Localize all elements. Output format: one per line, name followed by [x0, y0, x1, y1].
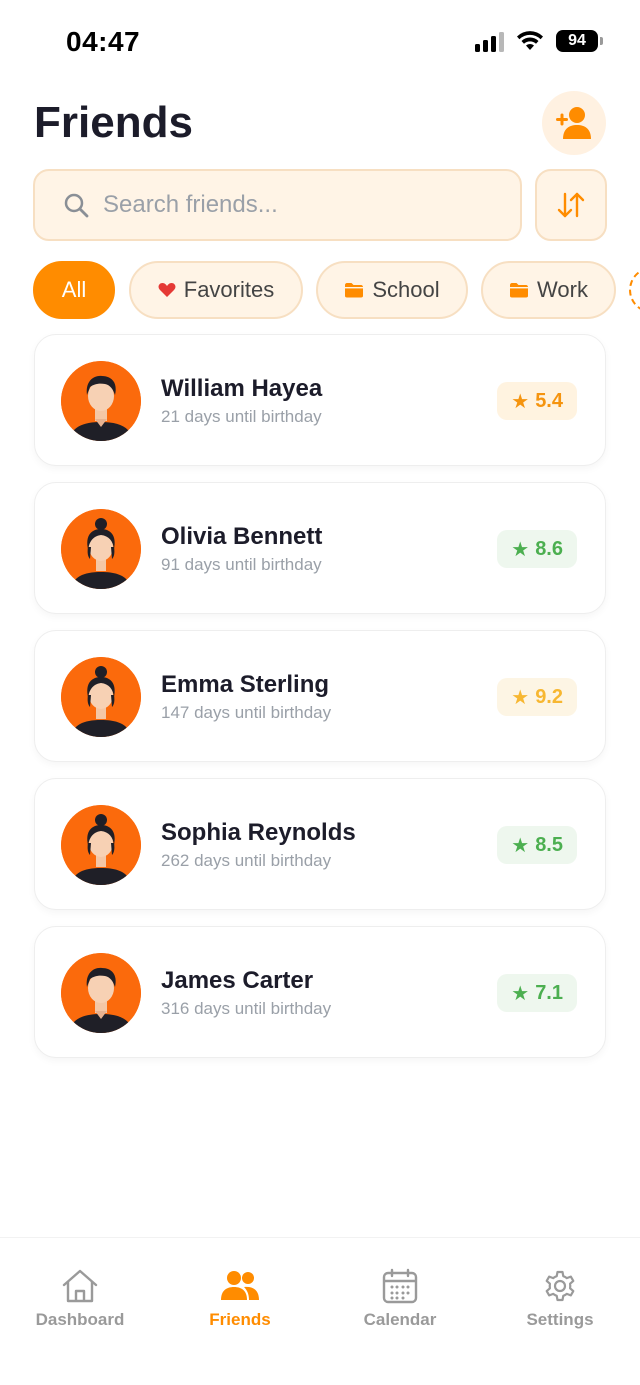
avatar [61, 657, 141, 737]
filter-chip-all[interactable]: All [33, 261, 115, 319]
nav-label: Calendar [363, 1310, 437, 1329]
filter-chip-label: Work [537, 277, 588, 302]
filter-chip-school[interactable]: School [316, 261, 468, 319]
status-icons: 94 [475, 30, 603, 52]
avatar [61, 953, 141, 1033]
add-user-icon [556, 107, 591, 139]
rating-badge: ★ 7.1 [497, 974, 577, 1012]
page-title: Friends [34, 98, 193, 147]
friend-name: Emma Sterling [161, 671, 330, 698]
friend-name: Olivia Bennett [161, 523, 323, 550]
home-icon [62, 1269, 98, 1303]
nav-label: Dashboard [35, 1310, 125, 1329]
search-input[interactable] [103, 191, 483, 219]
star-icon: ★ [511, 982, 530, 1005]
nav-settings[interactable]: Settings [480, 1268, 640, 1330]
nav-label: Settings [526, 1310, 594, 1329]
status-time: 04:47 [66, 26, 141, 57]
battery-level: 94 [568, 32, 586, 49]
birthday-countdown: 262 days until birthday [161, 851, 332, 870]
friend-name: William Hayea [161, 375, 323, 402]
birthday-countdown: 316 days until birthday [161, 999, 332, 1018]
bottom-nav: Dashboard Friends Calendar Settings [0, 1237, 640, 1385]
avatar [61, 361, 141, 441]
star-icon: ★ [511, 686, 530, 709]
rating-badge: ★ 9.2 [497, 678, 577, 716]
gear-icon [545, 1270, 575, 1302]
nav-label: Friends [209, 1310, 271, 1329]
search-box[interactable] [33, 169, 522, 241]
add-filter-chip[interactable] [629, 267, 640, 313]
rating-value: 8.6 [535, 537, 563, 560]
friend-name: James Carter [161, 967, 314, 994]
star-icon: ★ [511, 834, 530, 857]
rating-value: 7.1 [535, 981, 563, 1004]
friend-card-james-carter[interactable]: James Carter 316 days until birthday ★ 7… [34, 926, 606, 1058]
rating-value: 5.4 [535, 389, 563, 412]
status-bar: 04:47 94 [0, 0, 640, 84]
calendar-icon [382, 1268, 418, 1304]
filter-chips: All Favorites School Work [33, 261, 640, 321]
friend-card-william-hayea[interactable]: William Hayea 21 days until birthday ★ 5… [34, 334, 606, 466]
friend-name: Sophia Reynolds [161, 819, 356, 846]
people-icon [221, 1271, 259, 1300]
filter-chip-label: All [61, 277, 87, 302]
avatar [61, 509, 141, 589]
rating-value: 8.5 [535, 833, 563, 856]
rating-value: 9.2 [535, 685, 563, 708]
filter-chip-label: School [372, 277, 440, 302]
nav-dashboard[interactable]: Dashboard [0, 1268, 160, 1330]
nav-calendar[interactable]: Calendar [320, 1268, 480, 1330]
rating-badge: ★ 8.5 [497, 826, 577, 864]
star-icon: ★ [511, 538, 530, 561]
battery-indicator: 94 [556, 30, 603, 52]
wifi-icon [517, 31, 543, 50]
folder-icon [345, 283, 364, 298]
friend-card-sophia-reynolds[interactable]: Sophia Reynolds 262 days until birthday … [34, 778, 606, 910]
signal-icon [475, 30, 504, 52]
sort-icon [557, 192, 585, 218]
sort-button[interactable] [535, 169, 607, 241]
birthday-countdown: 147 days until birthday [161, 703, 332, 722]
add-friend-button[interactable] [542, 91, 606, 155]
friend-card-olivia-bennett[interactable]: Olivia Bennett 91 days until birthday ★ … [34, 482, 606, 614]
filter-chip-work[interactable]: Work [481, 261, 616, 319]
birthday-countdown: 21 days until birthday [161, 407, 322, 426]
folder-icon [510, 283, 529, 298]
heart-icon [158, 283, 176, 297]
search-icon [64, 193, 89, 218]
birthday-countdown: 91 days until birthday [161, 555, 322, 574]
friend-card-emma-sterling[interactable]: Emma Sterling 147 days until birthday ★ … [34, 630, 606, 762]
rating-badge: ★ 8.6 [497, 530, 577, 568]
nav-friends[interactable]: Friends [160, 1268, 320, 1330]
filter-chip-favorites[interactable]: Favorites [129, 261, 303, 319]
avatar [61, 805, 141, 885]
star-icon: ★ [511, 390, 530, 413]
filter-chip-label: Favorites [183, 277, 275, 302]
rating-badge: ★ 5.4 [497, 382, 577, 420]
